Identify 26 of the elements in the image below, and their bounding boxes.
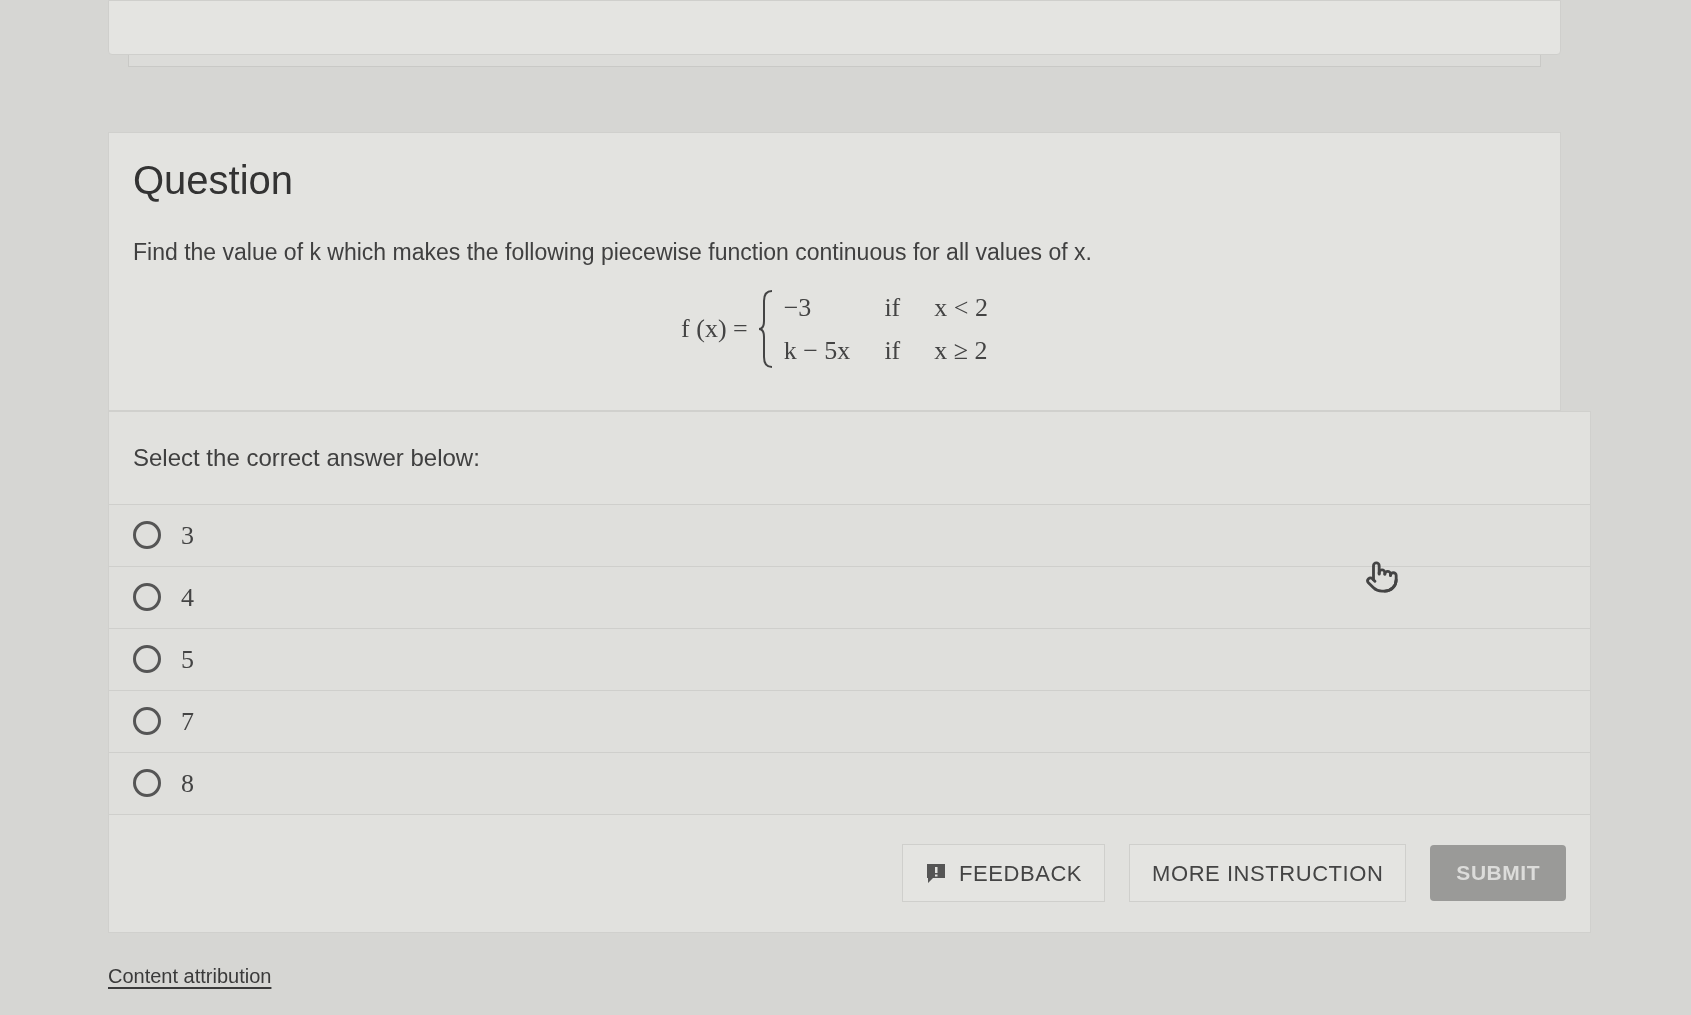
cursor-icon [1365,560,1399,594]
case-if: if [884,334,901,367]
radio-button[interactable] [133,521,161,549]
option-label: 3 [181,519,194,552]
option-label: 5 [181,643,194,676]
formula-lhs: f (x) = [681,313,748,345]
brace-icon [757,288,774,369]
case-if: if [884,291,901,324]
case-condition: x < 2 [934,291,988,324]
case-expression: −3 [783,291,813,324]
more-instruction-button[interactable]: MORE INSTRUCTION [1129,844,1407,902]
content-attribution-link[interactable]: Content attribution [108,964,272,987]
question-prompt: Find the value of k which makes the following piecewise function continuous for all values of x. [133,238,1093,267]
radio-button[interactable] [133,645,161,673]
option-label: 8 [181,767,194,800]
option-label: 7 [181,705,194,738]
radio-button[interactable] [133,583,161,611]
feedback-button[interactable]: FEEDBACK [902,844,1106,902]
question-heading: Question [133,157,295,204]
radio-button[interactable] [133,769,161,797]
case-condition: x ≥ 2 [934,334,988,367]
feedback-icon [925,862,948,884]
radio-button[interactable] [133,707,161,735]
option-label: 4 [181,581,194,614]
case-expression: k − 5x [783,334,851,367]
answer-prompt: Select the correct answer below: [132,442,481,473]
